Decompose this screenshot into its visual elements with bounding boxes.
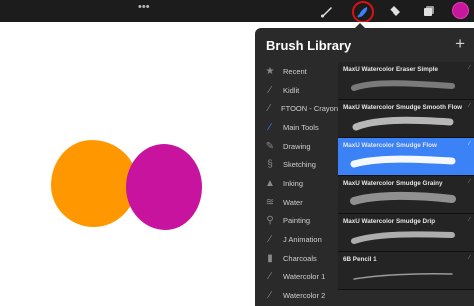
ink-drop-icon: ▲ [265, 177, 275, 189]
edit-brush-icon[interactable]: ∕ [469, 217, 470, 223]
brush-set-painting[interactable]: ⚲ Painting [255, 212, 338, 231]
brush-set-label: FTOON - Crayon [281, 104, 338, 114]
color-picker-icon[interactable] [452, 2, 469, 19]
brush-set-watercolor-2[interactable]: ∕ Watercolor 2 [255, 286, 338, 305]
brush-set-label: Sketching [283, 160, 316, 170]
brush-set-list: ★ Recent ∕ Kidlit ∕ FTOON - Crayon ∕ Mai… [255, 62, 338, 305]
brush-set-drawing[interactable]: ✎ Drawing [255, 137, 338, 156]
brush-list: MaxU Watercolor Eraser Simple ∕ MaxU Wat… [338, 62, 474, 290]
brush-item-6b-pencil[interactable]: 6B Pencil 1 ∕ [338, 252, 474, 290]
brush-set-watercolor-1[interactable]: ∕ Watercolor 1 [255, 268, 338, 287]
brush-set-main-tools[interactable]: ∕ Main Tools [255, 118, 338, 137]
brush-name: MaxU Watercolor Smudge Flow [343, 142, 437, 149]
brush-stroke-icon: ∕ [269, 84, 271, 96]
swirl-icon: § [267, 159, 273, 171]
brush-set-label: Water [283, 197, 303, 207]
brush-set-ftoon-crayon[interactable]: ∕ FTOON - Crayon [255, 99, 338, 118]
brush-item-eraser-simple[interactable]: MaxU Watercolor Eraser Simple ∕ [338, 62, 474, 100]
star-icon: ★ [265, 65, 275, 77]
brush-name: MaxU Watercolor Smudge Smooth Flow [343, 104, 463, 111]
brush-stroke-preview [350, 191, 456, 205]
brush-stroke-icon: ∕ [269, 121, 271, 133]
eraser-tool-icon[interactable] [386, 2, 404, 20]
brush-stroke-preview [350, 155, 456, 168]
brush-stroke-preview [353, 273, 453, 280]
brush-name: MaxU Watercolor Smudge Grainy [343, 180, 443, 187]
brush-library-panel: Brush Library + ★ Recent ∕ Kidlit ∕ FTOO… [255, 28, 474, 306]
top-toolbar: ••• [0, 0, 474, 23]
brush-set-label: Painting [283, 216, 311, 226]
brush-item-smudge-drip[interactable]: MaxU Watercolor Smudge Drip ∕ [338, 214, 474, 252]
charcoal-icon: ▮ [267, 252, 273, 264]
brush-set-label: Main Tools [283, 122, 319, 132]
pencil-icon: ✎ [265, 140, 275, 152]
edit-brush-icon[interactable]: ∕ [469, 179, 470, 185]
brush-set-label: Watercolor 1 [283, 272, 326, 282]
brush-stroke-preview [351, 231, 455, 244]
brush-set-label: Inking [283, 178, 304, 188]
brush-name: MaxU Watercolor Eraser Simple [343, 66, 438, 73]
edit-brush-icon[interactable]: ∕ [469, 141, 470, 147]
add-brush-button[interactable]: + [455, 34, 465, 54]
water-icon: ≋ [265, 196, 275, 208]
brush-set-recent[interactable]: ★ Recent [255, 62, 338, 81]
smudge-tool-icon[interactable] [352, 1, 374, 23]
brush-set-label: Watercolor 2 [283, 291, 326, 301]
brush-stroke-preview [351, 80, 455, 91]
panel-title: Brush Library [266, 38, 352, 53]
brush-set-sketching[interactable]: § Sketching [255, 155, 338, 174]
more-menu-icon[interactable]: ••• [138, 1, 150, 13]
brush-item-smudge-grainy[interactable]: MaxU Watercolor Smudge Grainy ∕ [338, 176, 474, 214]
brush-tool-icon[interactable] [318, 2, 336, 20]
brush-set-water[interactable]: ≋ Water [255, 193, 338, 212]
brush-stroke-icon: ∕ [269, 234, 271, 246]
brush-set-label: Charcoals [283, 253, 317, 263]
edit-brush-icon[interactable]: ∕ [469, 65, 470, 71]
brush-set-charcoals[interactable]: ▮ Charcoals [255, 249, 338, 268]
brush-item-smudge-flow[interactable]: MaxU Watercolor Smudge Flow ∕ [338, 138, 474, 176]
edit-brush-icon[interactable]: ∕ [469, 103, 470, 109]
brush-stroke-icon: ∕ [269, 271, 271, 283]
brush-set-j-animation[interactable]: ∕ J Animation [255, 230, 338, 249]
brush-set-label: J Animation [283, 235, 322, 245]
brush-set-label: Drawing [283, 141, 311, 151]
brush-name: MaxU Watercolor Smudge Drip [343, 218, 436, 225]
magenta-paint-blob [126, 144, 202, 230]
orange-paint-blob [51, 140, 137, 227]
brush-set-label: Recent [283, 66, 307, 76]
brush-set-label: Kidlit [283, 85, 300, 95]
edit-brush-icon[interactable]: ∕ [469, 255, 470, 261]
brush-set-inking[interactable]: ▲ Inking [255, 174, 338, 193]
brush-set-kidlit[interactable]: ∕ Kidlit [255, 81, 338, 100]
brush-stroke-preview [352, 116, 454, 131]
paint-brush-icon: ⚲ [266, 215, 274, 227]
brush-stroke-icon: ∕ [269, 290, 271, 302]
layers-tool-icon[interactable] [420, 2, 438, 20]
brush-stroke-icon: ∕ [268, 103, 270, 115]
brush-name: 6B Pencil 1 [343, 256, 377, 263]
brush-item-smudge-smooth-flow[interactable]: MaxU Watercolor Smudge Smooth Flow ∕ [338, 100, 474, 138]
